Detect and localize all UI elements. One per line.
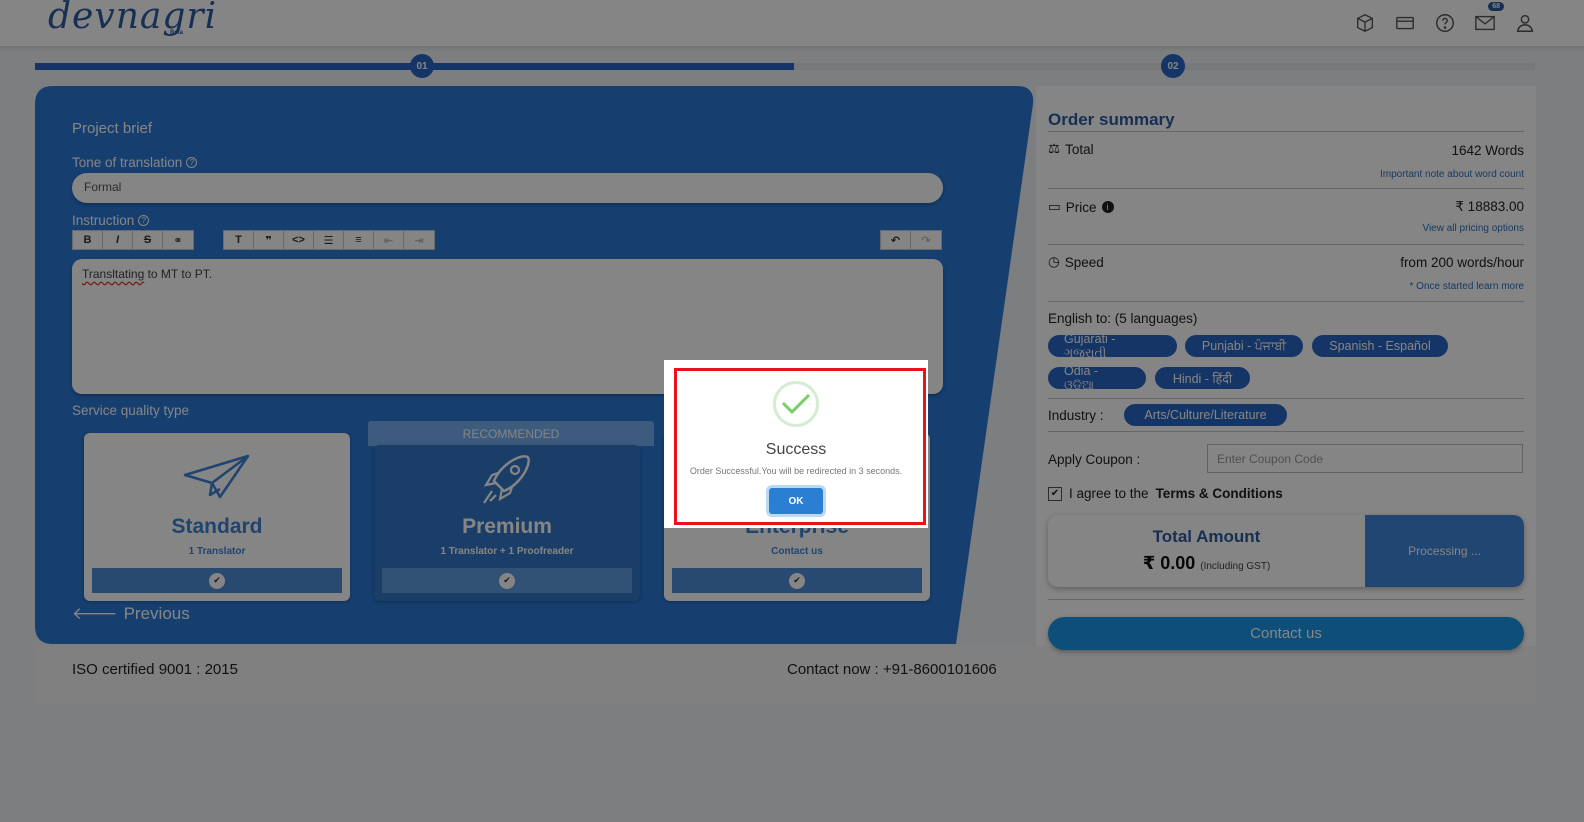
highlight-box: [674, 368, 926, 525]
